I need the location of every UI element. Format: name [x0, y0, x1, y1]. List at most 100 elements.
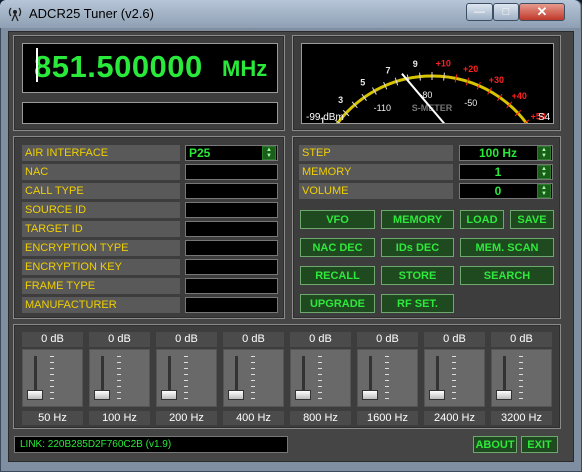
setting-spinner[interactable]: ▲ ▼: [537, 146, 551, 160]
eq-tick: [184, 362, 188, 363]
eq-slider-thumb[interactable]: [496, 390, 512, 400]
eq-slider-thumb[interactable]: [429, 390, 445, 400]
eq-tick: [318, 380, 322, 381]
eq-tick: [452, 368, 456, 369]
eq-tick: [385, 356, 389, 357]
eq-tick: [50, 362, 54, 363]
eq-tick: [251, 386, 255, 387]
info-label: ENCRYPTION TYPE: [22, 240, 180, 256]
eq-gain-label: 0 dB: [357, 332, 418, 347]
eq-slider-thumb[interactable]: [161, 390, 177, 400]
eq-frequency-label: 200 Hz: [156, 411, 217, 425]
setting-spinner[interactable]: ▲ ▼: [537, 184, 551, 198]
eq-tick: [251, 380, 255, 381]
eq-tick: [519, 356, 523, 357]
eq-tick: [184, 392, 188, 393]
frequency-value: 851.500000: [34, 49, 203, 84]
setting-value: 100 Hz: [478, 146, 518, 160]
eq-frequency-label: 100 Hz: [89, 411, 150, 425]
eq-tick: [452, 356, 456, 357]
eq-tick: [519, 386, 523, 387]
eq-tick: [385, 398, 389, 399]
setting-spinner[interactable]: ▲ ▼: [537, 165, 551, 179]
eq-tick: [117, 368, 121, 369]
smeter-s-readout: S4: [538, 112, 551, 123]
info-label: ENCRYPTION KEY: [22, 259, 180, 275]
close-button[interactable]: ✕: [519, 3, 565, 21]
eq-slider-thumb[interactable]: [228, 390, 244, 400]
spin-down-icon[interactable]: ▼: [538, 191, 550, 197]
air-interface-spinner[interactable]: ▲ ▼: [262, 146, 276, 160]
store-button[interactable]: STORE: [381, 266, 454, 285]
info-value-field: [185, 221, 278, 237]
eq-tick: [50, 386, 54, 387]
info-label: NAC: [22, 164, 180, 180]
info-value-field: [185, 278, 278, 294]
minimize-button[interactable]: —: [466, 3, 493, 21]
eq-slider-thumb[interactable]: [295, 390, 311, 400]
info-label: AIR INTERFACE: [22, 145, 180, 161]
info-value: P25: [189, 146, 211, 160]
eq-tick: [385, 368, 389, 369]
eq-tick: [184, 356, 188, 357]
setting-label: MEMORY: [299, 164, 453, 180]
eq-slider-thumb[interactable]: [362, 390, 378, 400]
eq-tick: [184, 374, 188, 375]
nac-dec-button[interactable]: NAC DEC: [300, 238, 375, 257]
eq-tick: [318, 374, 322, 375]
rf-set-button[interactable]: RF SET.: [381, 294, 454, 313]
smeter-tick: [419, 72, 421, 81]
eq-gain-label: 0 dB: [22, 332, 83, 347]
eq-tick: [318, 356, 322, 357]
eq-tick: [184, 386, 188, 387]
eq-gain-label: 0 dB: [491, 332, 552, 347]
window-title: ADCR25 Tuner (v2.6): [29, 6, 154, 21]
mem-scan-button[interactable]: MEM. SCAN: [460, 238, 554, 257]
upgrade-button[interactable]: UPGRADE: [300, 294, 375, 313]
eq-slider-thumb[interactable]: [94, 390, 110, 400]
eq-tick: [50, 356, 54, 357]
maximize-button[interactable]: □: [493, 3, 519, 21]
frequency-unit: MHz: [222, 56, 268, 81]
search-button[interactable]: SEARCH: [460, 266, 554, 285]
eq-tick: [452, 374, 456, 375]
info-value-field: [185, 297, 278, 313]
eq-frequency-label: 1600 Hz: [357, 411, 418, 425]
memory-button[interactable]: MEMORY: [381, 210, 454, 229]
eq-tick: [50, 380, 54, 381]
frequency-subdisplay: [22, 102, 278, 124]
info-value-field: [185, 164, 278, 180]
eq-tick: [184, 368, 188, 369]
eq-tick: [452, 398, 456, 399]
eq-tick: [385, 374, 389, 375]
save-button[interactable]: SAVE: [510, 210, 554, 229]
recall-button[interactable]: RECALL: [300, 266, 375, 285]
spin-down-icon[interactable]: ▼: [263, 153, 275, 159]
about-button[interactable]: ABOUT: [473, 436, 517, 453]
spin-down-icon[interactable]: ▼: [538, 153, 550, 159]
smeter-top-label: +30: [489, 75, 504, 85]
info-label: TARGET ID: [22, 221, 180, 237]
radio-tower-icon: [7, 6, 23, 22]
smeter-top-label: 9: [413, 59, 418, 69]
link-status: LINK: 220B285D2F760C2B (v1.9): [14, 436, 288, 453]
eq-frequency-label: 400 Hz: [223, 411, 284, 425]
eq-tick: [251, 374, 255, 375]
eq-tick: [519, 368, 523, 369]
smeter-top-label: +40: [512, 91, 527, 101]
eq-tick: [184, 380, 188, 381]
eq-tick: [251, 392, 255, 393]
exit-button[interactable]: EXIT: [521, 436, 558, 453]
load-button[interactable]: LOAD: [460, 210, 504, 229]
spin-down-icon[interactable]: ▼: [538, 172, 550, 178]
eq-tick: [385, 392, 389, 393]
eq-frequency-label: 50 Hz: [22, 411, 83, 425]
eq-tick: [519, 380, 523, 381]
vfo-button[interactable]: VFO: [300, 210, 375, 229]
eq-tick: [452, 392, 456, 393]
eq-tick: [318, 362, 322, 363]
eq-tick: [519, 398, 523, 399]
eq-slider-thumb[interactable]: [27, 390, 43, 400]
eq-tick: [50, 374, 54, 375]
ids-dec-button[interactable]: IDs DEC: [381, 238, 454, 257]
